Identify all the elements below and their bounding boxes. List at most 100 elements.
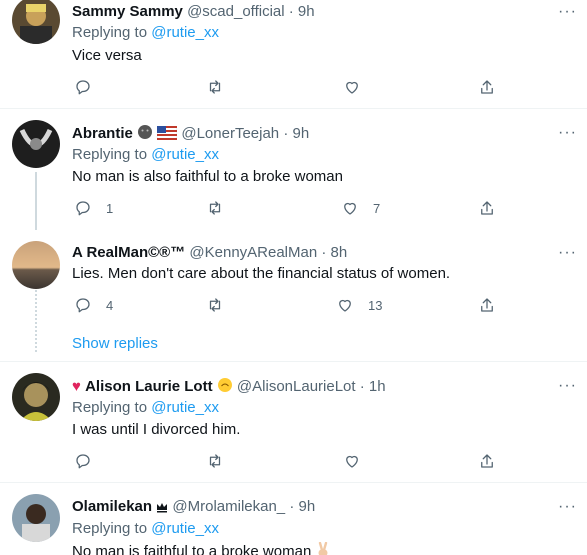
like-icon (346, 455, 358, 468)
handle[interactable]: @KennyARealMan (189, 244, 317, 261)
handle[interactable]: @scad_official (187, 3, 285, 20)
display-name[interactable]: Sammy Sammy (72, 3, 183, 20)
emoji-badge (137, 124, 153, 145)
crown-icon (156, 500, 168, 518)
reply-icon (76, 298, 90, 313)
replying-to: Replying to @rutie_xx (72, 146, 219, 164)
display-name[interactable]: Abrantie (72, 125, 133, 142)
share-button[interactable] (478, 451, 496, 471)
reply-count: 1 (106, 200, 114, 216)
retweet-button[interactable] (206, 295, 224, 315)
share-button[interactable] (478, 295, 496, 315)
like-icon (346, 81, 358, 94)
retweet-icon (209, 201, 221, 215)
reply-button[interactable] (74, 451, 106, 471)
divider (0, 108, 587, 109)
retweet-button[interactable] (206, 451, 224, 471)
victory-hand-icon (315, 541, 331, 555)
mention-link[interactable]: @rutie_xx (151, 24, 219, 41)
timestamp[interactable]: 8h (331, 244, 348, 261)
retweet-icon (209, 454, 221, 468)
reply-button[interactable] (74, 77, 106, 97)
handle[interactable]: @Mrolamilekan_ (172, 498, 285, 515)
reply-icon (76, 80, 90, 95)
like-count: 13 (368, 297, 383, 313)
separator-dot: · (321, 244, 327, 261)
tweet-text-content: No man is faithful to a broke woman (72, 543, 312, 555)
replying-to-label: Replying to (72, 520, 148, 537)
share-button[interactable] (478, 198, 496, 218)
replying-to-label: Replying to (72, 399, 148, 416)
avatar[interactable] (12, 120, 60, 168)
tweet-header: A RealMan©®™ @KennyARealMan · 8h (72, 244, 347, 262)
divider (0, 482, 587, 483)
thread-dots (35, 290, 37, 352)
like-icon (339, 299, 351, 312)
retweet-icon (209, 298, 221, 312)
tweet-text: Vice versa (72, 47, 142, 64)
reply-icon (76, 454, 90, 469)
avatar[interactable] (12, 373, 60, 421)
replying-to: Replying to @rutie_xx (72, 399, 219, 417)
display-name[interactable]: Alison Laurie Lott (85, 378, 213, 395)
reply-button[interactable]: 1 (74, 198, 113, 218)
avatar[interactable] (12, 494, 60, 542)
timestamp[interactable]: 9h (293, 125, 310, 142)
tweet-text: Lies. Men don't care about the financial… (72, 265, 451, 282)
more-options-button[interactable]: ··· (558, 4, 577, 20)
tweet-header: ♥ Alison Laurie Lott @AlisonLaurieLot · … (72, 377, 386, 398)
separator-dot: · (288, 3, 294, 20)
like-button[interactable]: 13 (336, 295, 382, 315)
display-name[interactable]: Olamilekan (72, 498, 152, 515)
avatar[interactable] (12, 0, 60, 44)
handle[interactable]: @AlisonLaurieLot (237, 378, 356, 395)
emoji-badge (217, 377, 233, 398)
retweet-icon (209, 80, 221, 94)
replying-to-label: Replying to (72, 24, 148, 41)
share-icon (481, 80, 493, 94)
tweet-text: No man is faithful to a broke woman (72, 541, 331, 555)
divider (0, 361, 587, 362)
tweet-text: No man is also faithful to a broke woman (72, 168, 343, 185)
timestamp[interactable]: 9h (299, 498, 316, 515)
reply-icon (76, 201, 90, 216)
timestamp[interactable]: 1h (369, 378, 386, 395)
share-icon (481, 201, 493, 215)
heart-emoji: ♥ (72, 378, 81, 395)
thread-line (35, 172, 37, 230)
retweet-button[interactable] (206, 77, 224, 97)
like-icon (344, 202, 356, 215)
tweet-header: Sammy Sammy @scad_official · 9h (72, 3, 315, 21)
like-button[interactable] (343, 451, 375, 471)
retweet-button[interactable] (206, 198, 224, 218)
tweet-text: I was until I divorced him. (72, 421, 241, 438)
separator-dot: · (283, 125, 289, 142)
show-replies-link[interactable]: Show replies (72, 335, 158, 353)
replying-to: Replying to @rutie_xx (72, 520, 219, 538)
handle[interactable]: @LonerTeejah (181, 125, 279, 142)
like-count: 7 (373, 200, 381, 216)
separator-dot: · (289, 498, 295, 515)
display-name[interactable]: A RealMan©®™ (72, 244, 185, 261)
mention-link[interactable]: @rutie_xx (151, 399, 219, 416)
tweet-header: Abrantie @LonerTeejah · 9h (72, 124, 309, 145)
like-button[interactable] (343, 77, 375, 97)
more-options-button[interactable]: ··· (558, 245, 577, 261)
more-options-button[interactable]: ··· (558, 499, 577, 515)
timestamp[interactable]: 9h (298, 3, 315, 20)
share-icon (481, 454, 493, 468)
tweet-header: Olamilekan @Mrolamilekan_ · 9h (72, 498, 315, 518)
reply-count: 4 (106, 297, 114, 313)
flag-icon (156, 125, 178, 145)
more-options-button[interactable]: ··· (558, 125, 577, 141)
share-icon (481, 298, 493, 312)
mention-link[interactable]: @rutie_xx (151, 146, 219, 163)
like-button[interactable]: 7 (341, 198, 380, 218)
share-button[interactable] (478, 77, 496, 97)
replying-to: Replying to @rutie_xx (72, 24, 219, 42)
avatar[interactable] (12, 241, 60, 289)
more-options-button[interactable]: ··· (558, 378, 577, 394)
mention-link[interactable]: @rutie_xx (151, 520, 219, 537)
replying-to-label: Replying to (72, 146, 148, 163)
reply-button[interactable]: 4 (74, 295, 113, 315)
